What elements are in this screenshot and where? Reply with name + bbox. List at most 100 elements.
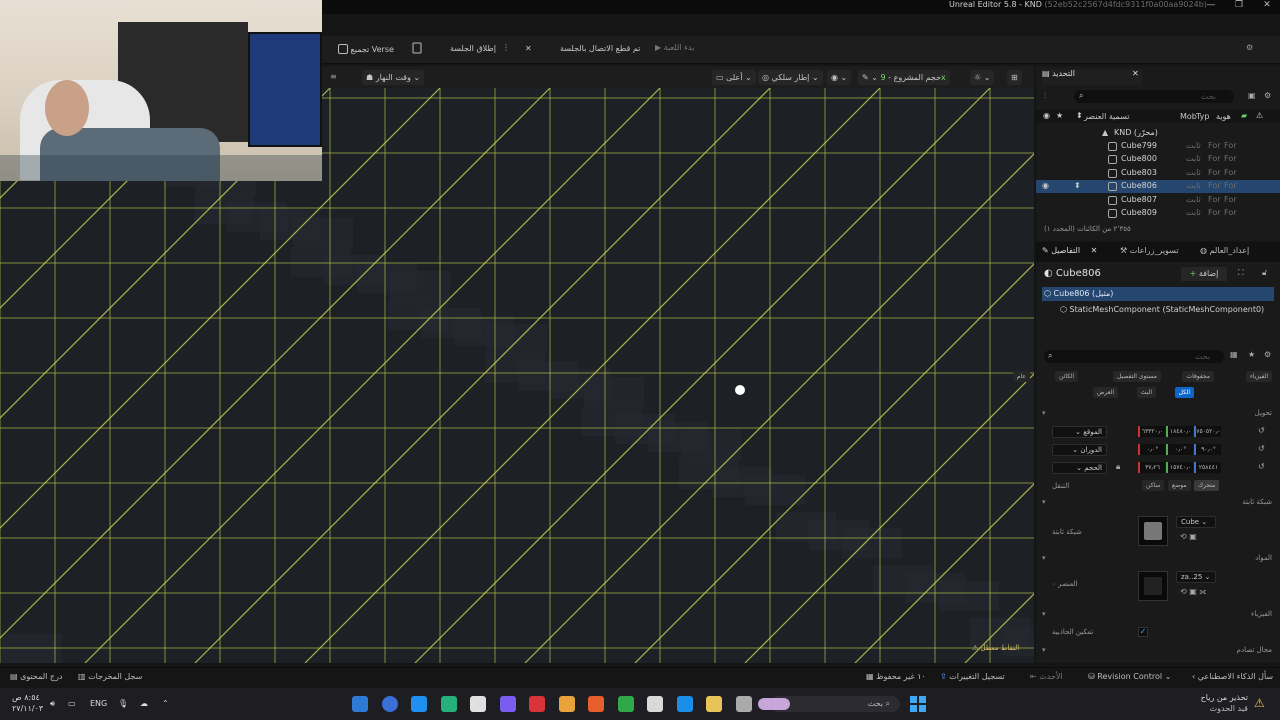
code-icon[interactable] bbox=[411, 696, 427, 712]
add-folder-icon[interactable]: ▣ bbox=[1248, 91, 1256, 100]
weather-alert-line2[interactable]: قيد الحدوث bbox=[1200, 704, 1248, 713]
transform-scale-field[interactable]: ٢٥٨٤٤١ bbox=[1194, 462, 1221, 473]
col-label[interactable]: تسمية العنصر bbox=[1084, 112, 1130, 121]
transform-scale-field[interactable]: ١٥٧٤٠٫٠ bbox=[1166, 462, 1193, 473]
minimize-button[interactable]: — bbox=[1200, 0, 1222, 14]
outliner-row[interactable]: Cube809 ثابت For For bbox=[1036, 207, 1280, 220]
add-component-button[interactable]: + إضافة bbox=[1181, 267, 1227, 281]
change-log-button[interactable]: ⇪ تسجيل التغييرات bbox=[940, 672, 1005, 681]
transform-scale-field[interactable]: ٣٧٫٢٦ bbox=[1138, 462, 1165, 473]
transform-location-field[interactable]: ٧٥٠٥٢٠٫٠ bbox=[1194, 426, 1221, 437]
show-dropdown[interactable]: ◉ ⌄ bbox=[827, 70, 852, 85]
mobility-option[interactable]: ساكن bbox=[1142, 480, 1165, 491]
section-materials[interactable]: ▾ المواد bbox=[1036, 552, 1280, 566]
more-options-icon[interactable]: ⋮ bbox=[502, 43, 510, 52]
outliner-row[interactable]: Cube807 ثابت For For bbox=[1036, 194, 1280, 207]
grid-view-icon[interactable]: ▦ bbox=[1230, 350, 1238, 359]
filter-chip[interactable]: الكل bbox=[1174, 387, 1194, 398]
details-search-input[interactable]: ⌕ بحث bbox=[1044, 350, 1224, 363]
maximize-button[interactable]: ❐ bbox=[1228, 0, 1250, 14]
windows-start-icon[interactable] bbox=[910, 696, 926, 712]
outliner-row[interactable]: ◉ ⬍ Cube806 ثابت For For bbox=[1036, 180, 1280, 194]
excel-icon[interactable] bbox=[617, 696, 634, 712]
row-pin-icon[interactable]: ⬍ bbox=[1074, 181, 1081, 190]
verse-build-button[interactable]: تجميع Verse bbox=[338, 44, 394, 54]
filter-chip[interactable]: البث bbox=[1136, 387, 1156, 398]
unreal-icon[interactable] bbox=[381, 696, 398, 712]
outliner-root-row[interactable]: ▲ KND (محرّر) bbox=[1036, 127, 1280, 140]
component-row[interactable]: ⬡ StaticMeshComponent (StaticMeshCompone… bbox=[1060, 305, 1264, 314]
section-physics[interactable]: ▾ الفيزياء bbox=[1036, 608, 1280, 622]
latest-button[interactable]: ⇤ الأحدث bbox=[1030, 672, 1063, 681]
reset-location-icon[interactable]: ↺ bbox=[1258, 426, 1265, 435]
mobility-option[interactable]: موضع bbox=[1168, 480, 1191, 491]
device-icon[interactable] bbox=[412, 42, 422, 56]
filter-chip[interactable]: عام bbox=[1012, 371, 1030, 382]
mesh-thumbnail[interactable] bbox=[1138, 516, 1168, 546]
reset-scale-icon[interactable]: ↺ bbox=[1258, 462, 1265, 471]
favorite-icon[interactable]: ★ bbox=[1248, 350, 1255, 359]
transform-rotation-field[interactable]: ٩٠٫٠° bbox=[1194, 444, 1221, 455]
revision-control-button[interactable]: ⛁ Revision Control ⌄ bbox=[1088, 672, 1171, 681]
outliner-row[interactable]: Cube799 ثابت For For bbox=[1036, 140, 1280, 153]
outliner-settings-icon[interactable]: ⚙ bbox=[1264, 91, 1271, 100]
transform-rotation-field[interactable]: ٠٫٠° bbox=[1138, 444, 1165, 455]
taskbar-search-input[interactable]: بحث ⌕ bbox=[758, 696, 900, 712]
weather-warning-icon[interactable]: ⚠ bbox=[1254, 696, 1265, 710]
instance-row[interactable]: ⬡ Cube806 (مثيل) bbox=[1042, 287, 1274, 301]
blueprint-icon[interactable]: ⛶ bbox=[1238, 268, 1244, 278]
transform-rotation-field[interactable]: ٠٫٠° bbox=[1166, 444, 1193, 455]
wireframe-dropdown[interactable]: ◎ إطار سلكي ⌄ bbox=[758, 70, 823, 85]
app-icon[interactable] bbox=[735, 696, 752, 712]
whatsapp-icon[interactable] bbox=[440, 696, 457, 712]
network-icon[interactable]: ▭ bbox=[68, 699, 76, 708]
chrome-icon[interactable] bbox=[558, 696, 575, 712]
tab-world-settings[interactable]: ◍ إعداد_العالم bbox=[1200, 246, 1249, 262]
store-icon[interactable] bbox=[647, 696, 663, 712]
clock-date[interactable]: ٢٧/١١/٠٣ bbox=[12, 704, 43, 713]
filter-chip[interactable]: العرض bbox=[1093, 387, 1118, 398]
brave-icon[interactable] bbox=[588, 696, 604, 712]
details-settings-icon[interactable]: ⚙ bbox=[1264, 350, 1271, 359]
mesh-asset-dropdown[interactable]: Cube ⌄ bbox=[1176, 516, 1216, 528]
volume-icon[interactable]: 🔊︎ bbox=[50, 699, 55, 709]
tray-overflow-icon[interactable]: ⌃ bbox=[162, 699, 169, 708]
explorer-icon[interactable] bbox=[706, 696, 722, 712]
time-of-day-dropdown[interactable]: ☗ وقت النهار ⌄ bbox=[362, 70, 425, 85]
clock-time[interactable]: ٨:٥٤ ص bbox=[12, 693, 40, 702]
close-window-button[interactable]: ✕ bbox=[1256, 0, 1278, 14]
filter-chip[interactable]: مجفوفات bbox=[1182, 371, 1214, 382]
row-visibility-icon[interactable]: ◉ bbox=[1042, 181, 1049, 190]
unsaved-button[interactable]: ▦ ١٠ غير محفوظ bbox=[866, 672, 926, 681]
launch-session-button[interactable]: إطلاق الجلسة bbox=[450, 44, 496, 53]
material-asset-dropdown[interactable]: za..25 ⌄ bbox=[1176, 571, 1216, 583]
browse-material-icon[interactable]: ⟲ ▣ ⟗ bbox=[1180, 587, 1206, 597]
section-static-mesh[interactable]: ▾ شبكة ثابتة bbox=[1036, 496, 1280, 510]
outliner-row[interactable]: Cube800 ثابت For For bbox=[1036, 153, 1280, 166]
transform-location-field[interactable]: ١٨٤٨٠٫٠ bbox=[1166, 426, 1193, 437]
section-collision[interactable]: ▾ مجال تصادم bbox=[1036, 644, 1280, 658]
language-indicator[interactable]: ENG bbox=[90, 699, 107, 708]
edge-icon[interactable] bbox=[676, 696, 693, 712]
section-transform[interactable]: ▾ تحويل bbox=[1036, 407, 1280, 421]
col-mob[interactable]: Mob bbox=[1180, 112, 1197, 121]
discord-icon[interactable] bbox=[499, 696, 516, 712]
reset-rotation-icon[interactable]: ↺ bbox=[1258, 444, 1265, 453]
cloud-icon[interactable]: ☁ bbox=[140, 699, 148, 708]
rotation-dropdown[interactable]: ⌄ الدوران bbox=[1052, 444, 1107, 456]
location-dropdown[interactable]: ⌄ الموقع bbox=[1052, 426, 1107, 438]
snap-settings-button[interactable]: ☼ ⌄ bbox=[970, 70, 995, 85]
close-details-icon[interactable]: ✕ bbox=[1091, 246, 1098, 255]
view-top-dropdown[interactable]: ▭ أعلى ⌄ bbox=[712, 70, 756, 85]
grid-layout-button[interactable]: ⊞ bbox=[1007, 70, 1022, 85]
col-id[interactable]: هوية bbox=[1216, 112, 1231, 121]
gravity-checkbox[interactable]: ✓ bbox=[1138, 627, 1148, 637]
tab-fence[interactable]: ⚒ تسوير_زراعات bbox=[1120, 246, 1179, 262]
browse-asset-icon[interactable]: ⟲ ▣ bbox=[1180, 532, 1197, 541]
col-type[interactable]: Typ bbox=[1196, 112, 1209, 121]
paint-icon[interactable] bbox=[352, 696, 368, 712]
scale-dropdown[interactable]: ⌄ الحجم bbox=[1052, 462, 1107, 474]
output-log-button[interactable]: ▥ سجل المخرجات bbox=[78, 672, 142, 681]
close-tab-icon[interactable]: ✕ bbox=[1132, 69, 1139, 78]
start-game-button[interactable]: ▶ بدء اللعبة bbox=[655, 43, 694, 52]
